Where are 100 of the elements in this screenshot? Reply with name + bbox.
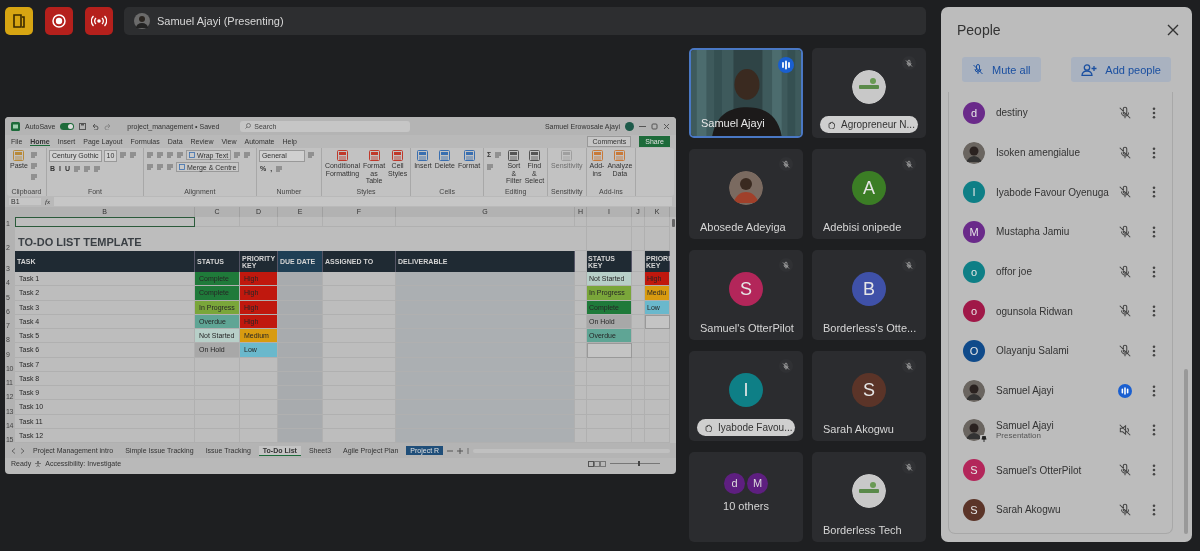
broadcast-button[interactable] (85, 7, 113, 35)
more-options-icon[interactable] (1152, 146, 1156, 159)
avatar-initial: A (852, 171, 886, 205)
mic-off-icon[interactable] (1118, 185, 1132, 200)
tool-icon (439, 150, 451, 161)
scrollbar[interactable] (672, 219, 675, 227)
view-icon[interactable] (588, 460, 606, 467)
participant-tile[interactable]: d M 10 others (689, 452, 803, 542)
participant-name: Borderless Tech (823, 524, 902, 536)
undo-icon[interactable] (91, 122, 100, 130)
more-options-icon[interactable] (1152, 305, 1156, 318)
previous-icon[interactable] (11, 447, 16, 454)
participant-tile[interactable]: A Adebisi onipede (812, 149, 926, 239)
save-icon[interactable] (79, 122, 87, 130)
participant-tile[interactable]: S Samuel's OtterPilot (689, 250, 803, 340)
participant-tile[interactable]: B Borderless's Otte... (812, 250, 926, 340)
user-avatar-icon[interactable] (625, 121, 634, 131)
more-options-icon[interactable] (1152, 464, 1156, 477)
table-cell (195, 217, 240, 227)
more-options-icon[interactable] (1152, 265, 1156, 278)
participant-tile[interactable]: Borderless Tech (812, 452, 926, 542)
participant-name: Iyabode Favour Oyenuga (996, 186, 1110, 198)
more-options-icon[interactable] (1152, 106, 1156, 119)
formula-field[interactable] (54, 197, 672, 206)
tool-icon (561, 150, 573, 161)
more-options-icon[interactable] (1152, 186, 1156, 199)
restore-icon[interactable] (651, 122, 658, 130)
mute-all-button[interactable]: Mute all (962, 57, 1041, 82)
participant-tile[interactable]: I Iyabode Favou... (689, 351, 803, 441)
participant-name: Isoken amengialue (996, 147, 1081, 159)
avatar-initial: o (963, 260, 985, 283)
participant-name: Sarah Akogwu (823, 423, 894, 435)
table-cell (278, 343, 323, 358)
avatar-initial: d (724, 472, 745, 494)
selected-cell[interactable] (15, 217, 195, 227)
participant-tile[interactable]: Agropreneur N... (812, 48, 926, 138)
presenter-name: Samuel Ajayi (Presenting) (157, 15, 284, 27)
participant-name: destiny (996, 107, 1029, 119)
record-button[interactable] (45, 7, 73, 35)
mic-off-icon[interactable] (1118, 105, 1132, 120)
add-icon[interactable] (457, 447, 464, 454)
participant-tile[interactable]: S Sarah Akogwu (812, 351, 926, 441)
spreadsheet-logo-icon (11, 121, 20, 131)
participant-tile[interactable]: Abosede Adeyiga (689, 149, 803, 239)
mic-off-icon[interactable] (1118, 463, 1132, 478)
sheet-title: TO-DO LIST TEMPLATE (17, 235, 143, 250)
add-people-button[interactable]: Add people (1071, 57, 1171, 82)
tool-icon (368, 150, 380, 161)
table-cell (632, 329, 645, 344)
table-cell (240, 217, 278, 227)
search-icon (245, 123, 252, 129)
mic-off-icon[interactable] (1118, 502, 1132, 517)
avatar-initial: S (729, 272, 763, 306)
activities-button[interactable] (5, 7, 33, 35)
participant-name: Samuel Ajayi (701, 117, 765, 129)
avatar-initial: B (852, 272, 886, 306)
avatar-initial: S (963, 498, 985, 521)
mic-off-icon[interactable] (1118, 343, 1132, 358)
avatar-initial: I (729, 373, 763, 407)
table-cell (587, 217, 632, 227)
mic-off-icon[interactable] (1118, 304, 1132, 319)
more-options-icon[interactable] (1152, 344, 1156, 357)
tool-icon (528, 150, 540, 161)
participant-name: ogunsola Ridwan (996, 305, 1074, 317)
more-options-icon[interactable] (1152, 503, 1156, 516)
tool-icon (417, 150, 429, 161)
tool-icon (13, 150, 25, 161)
participant-name: offor joe (996, 266, 1033, 278)
more-options-icon[interactable] (1152, 225, 1156, 238)
more-options-icon[interactable] (1152, 384, 1156, 397)
table-cell (632, 357, 645, 372)
table-cell (278, 286, 323, 301)
record-icon (52, 14, 66, 28)
tool-icon (591, 150, 603, 161)
table-cell (632, 217, 645, 227)
close-icon[interactable] (663, 122, 670, 130)
autosave-toggle[interactable] (60, 122, 75, 130)
scrollbar[interactable] (1184, 369, 1188, 534)
participant-name: 10 others (723, 499, 769, 512)
tool-icon (614, 150, 626, 161)
close-icon[interactable] (1167, 24, 1179, 36)
table-cell (278, 217, 323, 227)
participant-name: Borderless's Otte... (823, 322, 917, 334)
speaker-off-icon[interactable] (1118, 423, 1132, 438)
avatar-initial: o (963, 300, 985, 323)
panel-title: People (957, 22, 1001, 38)
participant-name: Iyabode Favou... (718, 422, 793, 433)
mic-off-icon[interactable] (1118, 224, 1132, 239)
participant-name: Samuel's OtterPilot (996, 464, 1083, 476)
zoom-slider[interactable] (637, 461, 640, 466)
table-cell (278, 329, 323, 344)
participant-tile[interactable]: Samuel Ajayi (689, 48, 803, 138)
tool-icon (508, 150, 520, 161)
next-icon[interactable] (20, 447, 25, 454)
mic-off-icon[interactable] (1118, 145, 1132, 160)
table-cell (645, 217, 670, 227)
pin-icon (980, 435, 988, 444)
mic-off-icon[interactable] (1118, 264, 1132, 279)
more-options-icon[interactable] (1152, 424, 1156, 437)
accessibility-icon[interactable] (35, 460, 42, 467)
